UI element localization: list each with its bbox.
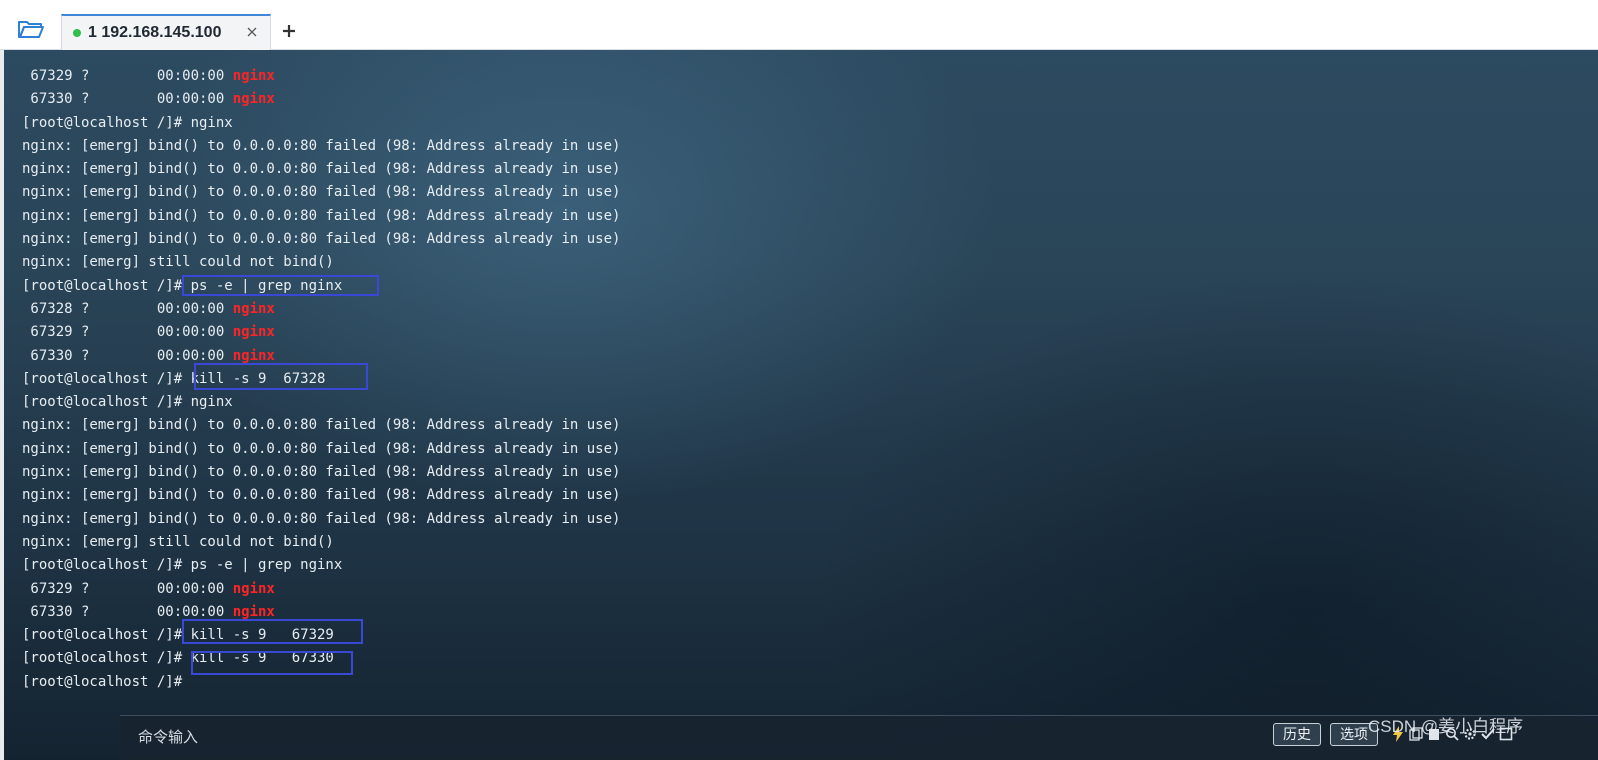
session-tab-label: 1 192.168.145.100 <box>88 24 222 41</box>
terminal-line: nginx: [emerg] still could not bind() <box>22 531 922 554</box>
terminal-line-text: nginx: [emerg] bind() to 0.0.0.0:80 fail… <box>22 440 621 457</box>
terminal-line: 67329 ? 00:00:00 nginx <box>22 65 922 88</box>
terminal-line: [root@localhost /]# kill -s 9 67329 <box>22 624 922 647</box>
terminal-line-text: 67329 ? 00:00:00 <box>22 324 233 341</box>
terminal-line: 67329 ? 00:00:00 nginx <box>22 321 922 344</box>
terminal-line: [root@localhost /]# kill -s 9 67328 <box>22 368 922 391</box>
terminal-line: nginx: [emerg] bind() to 0.0.0.0:80 fail… <box>22 438 922 461</box>
terminal-line: nginx: [emerg] bind() to 0.0.0.0:80 fail… <box>22 158 922 181</box>
process-name-highlight: nginx <box>232 91 275 108</box>
terminal-output[interactable]: 67329 ? 00:00:00 nginx 67330 ? 00:00:00 … <box>4 50 1598 760</box>
highlight-box-ps-command <box>182 275 379 296</box>
terminal-line: nginx: [emerg] bind() to 0.0.0.0:80 fail… <box>22 228 922 251</box>
process-name-highlight: nginx <box>232 580 275 597</box>
terminal-line-text: [root@localhost /]# <box>22 673 183 690</box>
terminal-line: 67330 ? 00:00:00 nginx <box>22 88 922 111</box>
terminal-line-text: 67329 ? 00:00:00 <box>22 580 233 597</box>
history-button[interactable]: 历史 <box>1273 723 1321 746</box>
terminal-line: 67329 ? 00:00:00 nginx <box>22 578 922 601</box>
terminal-line: 67328 ? 00:00:00 nginx <box>22 298 922 321</box>
terminal-line: [root@localhost /]# <box>22 671 922 694</box>
plus-icon[interactable] <box>278 20 300 42</box>
terminal-line: nginx: [emerg] bind() to 0.0.0.0:80 fail… <box>22 508 922 531</box>
terminal-line: 67330 ? 00:00:00 nginx <box>22 601 922 624</box>
terminal-line: nginx: [emerg] bind() to 0.0.0.0:80 fail… <box>22 484 922 507</box>
process-name-highlight: nginx <box>232 324 275 341</box>
highlight-box-kill-67330 <box>191 651 353 675</box>
terminal-line: nginx: [emerg] bind() to 0.0.0.0:80 fail… <box>22 135 922 158</box>
terminal-line-text: 67328 ? 00:00:00 <box>22 300 233 317</box>
terminal-line-text: nginx: [emerg] still could not bind() <box>22 533 334 550</box>
terminal-line-text: nginx: [emerg] bind() to 0.0.0.0:80 fail… <box>22 137 621 154</box>
process-name-highlight: nginx <box>232 68 275 84</box>
terminal-line-text: nginx: [emerg] bind() to 0.0.0.0:80 fail… <box>22 417 621 434</box>
terminal-line-text: [root@localhost /]# nginx <box>22 114 233 131</box>
terminal-line-text: [root@localhost /]# nginx <box>22 394 233 411</box>
terminal-line: nginx: [emerg] still could not bind() <box>22 251 922 274</box>
terminal-line-text: [root@localhost /]# ps -e | grep nginx <box>22 557 343 574</box>
terminal-line-text: nginx: [emerg] bind() to 0.0.0.0:80 fail… <box>22 207 621 224</box>
terminal-line-text: 67330 ? 00:00:00 <box>22 91 233 108</box>
terminal-line: 67330 ? 00:00:00 nginx <box>22 345 922 368</box>
terminal-line-text: nginx: [emerg] bind() to 0.0.0.0:80 fail… <box>22 184 621 201</box>
session-tab[interactable]: 1 192.168.145.100 <box>61 14 271 50</box>
terminal-line: [root@localhost /]# ps -e | grep nginx <box>22 554 922 577</box>
process-name-highlight: nginx <box>232 300 275 317</box>
terminal-lines: 67329 ? 00:00:00 nginx 67330 ? 00:00:00 … <box>22 65 922 694</box>
highlight-box-kill-67328 <box>194 363 368 390</box>
watermark: CSDN @姜小白程序 <box>1368 717 1524 736</box>
terminal-line-text: nginx: [emerg] bind() to 0.0.0.0:80 fail… <box>22 161 621 178</box>
terminal-line-text: nginx: [emerg] bind() to 0.0.0.0:80 fail… <box>22 510 621 527</box>
terminal-line: [root@localhost /]# kill -s 9 67330 <box>22 647 922 670</box>
terminal-line-text: 67330 ? 00:00:00 <box>22 347 233 364</box>
close-icon[interactable] <box>244 24 260 40</box>
terminal-line: nginx: [emerg] bind() to 0.0.0.0:80 fail… <box>22 414 922 437</box>
process-name-highlight: nginx <box>232 347 275 364</box>
terminal-line-text: nginx: [emerg] bind() to 0.0.0.0:80 fail… <box>22 487 621 504</box>
terminal-line-text: 67330 ? 00:00:00 <box>22 603 233 620</box>
connection-status-dot <box>73 29 81 37</box>
command-input[interactable]: 命令输入 <box>138 726 1258 750</box>
terminal-line: [root@localhost /]# ps -e | grep nginx <box>22 275 922 298</box>
terminal-line: [root@localhost /]# nginx <box>22 391 922 414</box>
terminal-line: nginx: [emerg] bind() to 0.0.0.0:80 fail… <box>22 205 922 228</box>
terminal-line: nginx: [emerg] bind() to 0.0.0.0:80 fail… <box>22 461 922 484</box>
terminal-line-text: nginx: [emerg] bind() to 0.0.0.0:80 fail… <box>22 231 621 248</box>
terminal-line: nginx: [emerg] bind() to 0.0.0.0:80 fail… <box>22 181 922 204</box>
terminal-line-text: 67329 ? 00:00:00 <box>22 68 233 84</box>
terminal-line-text: nginx: [emerg] bind() to 0.0.0.0:80 fail… <box>22 464 621 481</box>
session-tab-bar: 1 192.168.145.100 <box>0 0 1598 50</box>
terminal-line: [root@localhost /]# nginx <box>22 112 922 135</box>
folder-open-icon[interactable] <box>12 14 50 44</box>
process-name-highlight: nginx <box>232 603 275 620</box>
highlight-box-kill-67329 <box>182 619 363 644</box>
terminal-line-text: nginx: [emerg] still could not bind() <box>22 254 334 271</box>
